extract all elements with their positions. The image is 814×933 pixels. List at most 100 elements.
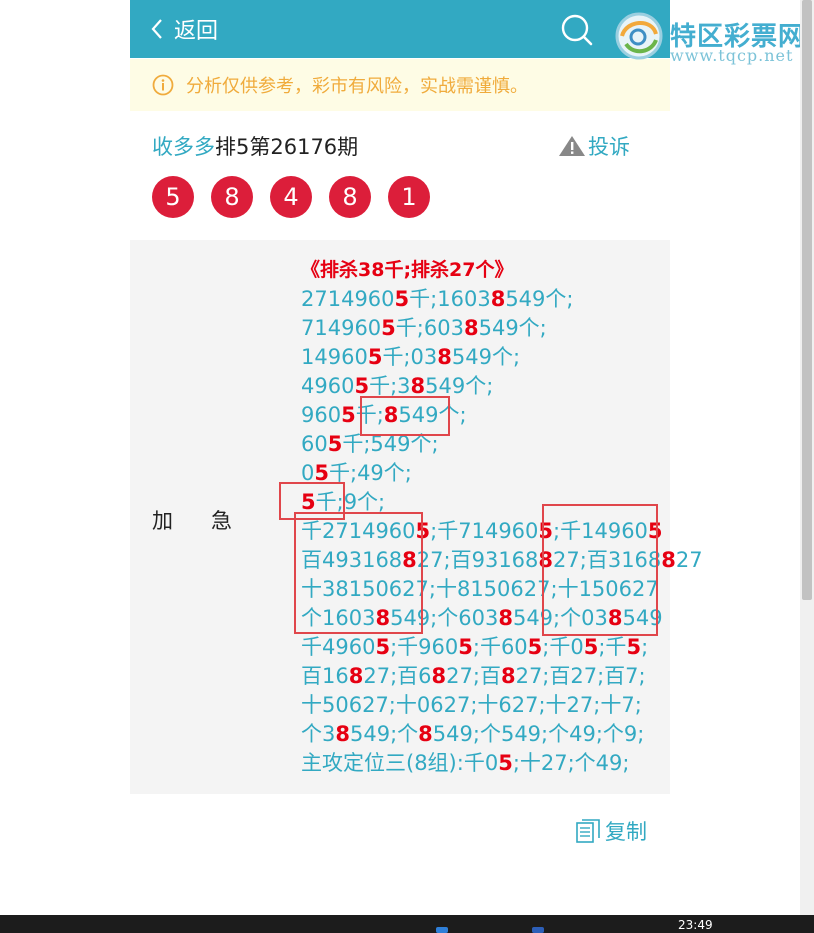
line-text: 百16 <box>301 664 349 688</box>
highlight-digit: 5 <box>394 287 410 311</box>
line-text: 27;百6 <box>363 664 432 688</box>
line-text: 549个; <box>505 287 574 311</box>
analysis-line: 605千;549个; <box>301 430 661 459</box>
analysis-line: 05千;49个; <box>301 459 661 488</box>
line-text: 千;03 <box>382 345 438 369</box>
analysis-line: 百16827;百6827;百827;百27;百7; <box>301 662 661 691</box>
highlight-digit: 8 <box>410 374 426 398</box>
line-text: 960 <box>301 403 342 427</box>
result-ball: 5 <box>152 176 194 218</box>
copy-icon <box>576 819 600 843</box>
app-page: 返回 分析仅供参考，彩市有风险，实战需谨慎。 收多多 排5第26176期 投诉 … <box>130 0 703 915</box>
back-button[interactable]: 返回 <box>150 14 218 44</box>
analysis-line: 个38549;个8549;个549;个49;个9; <box>301 720 661 749</box>
highlight-digit: 5 <box>381 316 396 340</box>
line-text: ;千0 <box>542 635 584 659</box>
line-text: 60 <box>301 432 328 456</box>
analysis-line: 49605千;38549个; <box>301 372 661 401</box>
highlight-digit: 8 <box>498 606 513 630</box>
line-text: 个3 <box>301 722 336 746</box>
chevron-left-icon <box>151 19 162 39</box>
line-text: 4960 <box>301 374 355 398</box>
line-text: ;十27;个49; <box>512 751 630 775</box>
issue-title: 排5第26176期 <box>215 135 359 159</box>
analysis-line: 149605千;038549个; <box>301 343 661 372</box>
highlight-digit: 5 <box>375 635 391 659</box>
line-text: 27;百 <box>446 664 501 688</box>
highlight-digit: 8 <box>463 316 479 340</box>
analysis-line: 主攻定位三(8组):千05;十27;个49; <box>301 749 661 778</box>
search-icon[interactable] <box>560 13 594 47</box>
line-text: 549;个 <box>350 722 419 746</box>
highlight-digit: 5 <box>583 635 599 659</box>
highlight-digit: 5 <box>367 345 383 369</box>
line-text: ;千60 <box>472 635 528 659</box>
line-text: ; <box>641 635 649 659</box>
highlight-digit: 8 <box>348 664 364 688</box>
app-header: 返回 <box>130 0 670 58</box>
highlight-digit: 5 <box>341 403 356 427</box>
analysis-line: 9605千;8549个; <box>301 401 661 430</box>
scrollbar-thumb[interactable] <box>802 0 812 600</box>
analysis-panel: 加急 《排杀38千;排杀27个》 27149605千;16038549个; 714… <box>130 240 703 794</box>
result-ball: 8 <box>211 176 253 218</box>
highlight-digit: 8 <box>418 722 433 746</box>
result-ball: 1 <box>388 176 430 218</box>
line-text: ;千714960 <box>430 519 539 543</box>
line-text: 千4960 <box>301 635 376 659</box>
analysis-line: 27149605千;16038549个; <box>301 285 661 314</box>
line-text: 27 <box>675 548 703 572</box>
analysis-line: 十50627;十0627;十627;十27;十7; <box>301 691 661 720</box>
notice-text: 分析仅供参考，彩市有风险，实战需谨慎。 <box>186 76 528 97</box>
highlight-box <box>360 396 450 436</box>
taskbar-clock: 23:49 <box>678 918 713 932</box>
line-text: 549个; <box>478 316 547 340</box>
highlight-digit: 8 <box>490 287 506 311</box>
warning-icon <box>559 136 585 156</box>
highlight-digit: 8 <box>437 345 452 369</box>
site-logo-icon <box>615 12 663 60</box>
result-balls: 5 8 4 8 1 <box>152 176 447 218</box>
source-link[interactable]: 收多多 <box>152 131 215 161</box>
site-url: www.tqcp.net <box>670 46 794 65</box>
highlight-digit: 5 <box>527 635 543 659</box>
line-text: 27;百93168 <box>416 548 539 572</box>
complain-button[interactable]: 投诉 <box>558 128 630 164</box>
line-text: 549个; <box>451 345 521 369</box>
copy-button[interactable]: 复制 <box>575 814 647 848</box>
line-text: 主攻定位三(8组):千0 <box>301 751 499 775</box>
highlight-box <box>294 512 423 634</box>
highlight-digit: 5 <box>498 751 513 775</box>
line-text: 千;603 <box>395 316 464 340</box>
highlight-digit: 8 <box>500 664 516 688</box>
line-text: 14960 <box>301 345 368 369</box>
copy-label: 复制 <box>605 820 647 844</box>
complain-label: 投诉 <box>588 135 630 159</box>
line-text: 549个; <box>425 374 494 398</box>
title-row: 收多多 排5第26176期 投诉 <box>152 128 652 164</box>
panel-label: 加急 <box>152 509 270 533</box>
risk-notice: 分析仅供参考，彩市有风险，实战需谨慎。 <box>130 59 670 111</box>
highlight-digit: 5 <box>354 374 370 398</box>
highlight-digit: 5 <box>327 432 343 456</box>
taskbar-app-icon[interactable] <box>532 927 544 933</box>
highlight-digit: 8 <box>661 548 676 572</box>
highlight-box <box>542 504 658 636</box>
taskbar-app-icon[interactable] <box>436 927 448 933</box>
line-text: 2714960 <box>301 287 395 311</box>
result-ball: 8 <box>329 176 371 218</box>
line-text: ;千960 <box>390 635 459 659</box>
highlight-digit: 5 <box>458 635 473 659</box>
line-text: 714960 <box>301 316 382 340</box>
highlight-digit: 8 <box>431 664 447 688</box>
analysis-line: 7149605千;6038549个; <box>301 314 661 343</box>
line-text: ;千 <box>598 635 627 659</box>
info-icon <box>152 74 174 96</box>
highlight-digit: 5 <box>626 635 642 659</box>
analysis-line: 千49605;千9605;千605;千05;千5; <box>301 633 661 662</box>
line-text: 千;3 <box>369 374 411 398</box>
highlight-digit: 8 <box>335 722 350 746</box>
analysis-heading: 《排杀38千;排杀27个》 <box>301 259 514 281</box>
line-text: 千;1603 <box>409 287 491 311</box>
site-watermark: 特区彩票网 www.tqcp.net <box>610 8 814 72</box>
